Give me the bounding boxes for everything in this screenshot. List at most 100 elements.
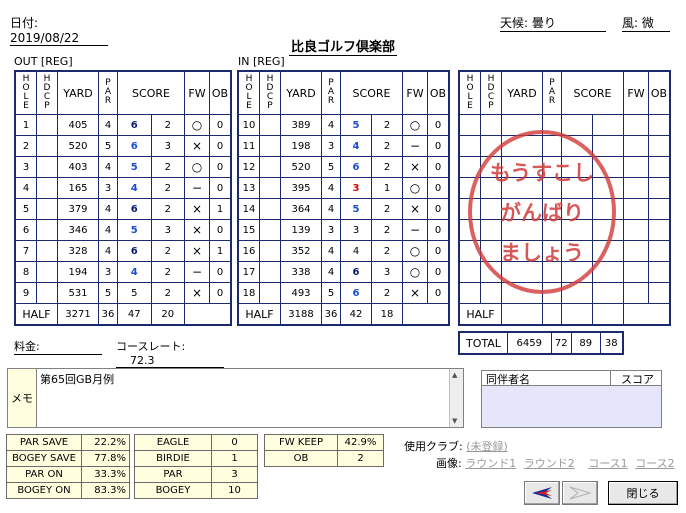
hole-ob: 0 (209, 282, 232, 304)
out-header-row: HOLE HDCP YARD PAR SCORE FW OB (14, 70, 232, 115)
col-hdcp: HDCP (36, 70, 58, 115)
hole-ob: 0 (427, 135, 450, 157)
stats-counts: EAGLE 0 BIRDIE 1 PAR 3 BOGEY 10 (134, 434, 258, 499)
hole-hdcp (259, 261, 281, 283)
half-putts (592, 303, 624, 326)
hole-score: 3 (340, 177, 372, 199)
memo-box[interactable]: メモ 第65回GB月例 ▲ ▼ (7, 368, 464, 428)
hole-number: 10 (237, 114, 260, 136)
half-yard (501, 303, 543, 326)
hole-row: 10 389 4 5 2 ○ 0 (237, 114, 450, 136)
arrow-right-icon (569, 486, 592, 500)
hole-fairway: − (402, 219, 428, 241)
in-header-row: HOLE HDCP YARD PAR SCORE FW OB (237, 70, 450, 115)
companion-list[interactable]: 同伴者名 スコア (481, 370, 662, 428)
hole-putts: 2 (371, 219, 403, 241)
clubs-row: 使用クラブ: (未登録) (404, 438, 508, 454)
hole-row: 18 493 5 6 2 × 0 (237, 282, 450, 304)
hole-ob: 0 (427, 219, 450, 241)
hole-fairway (623, 261, 649, 283)
hole-par: 4 (98, 240, 118, 262)
total-label: TOTAL (458, 331, 508, 355)
stat-birdie-value: 1 (211, 450, 258, 467)
hole-yard: 165 (57, 177, 99, 199)
memo-label: メモ (8, 369, 37, 427)
hole-yard: 405 (57, 114, 99, 136)
hole-ob: 1 (209, 240, 232, 262)
hole-par: 4 (321, 114, 341, 136)
hole-ob (648, 198, 671, 220)
hole-row: 1 405 4 6 2 ○ 0 (14, 114, 232, 136)
hole-par: 4 (98, 198, 118, 220)
image-link-round1[interactable]: ラウンド1 (465, 457, 516, 470)
image-link-round2[interactable]: ラウンド2 (524, 457, 575, 470)
hole-row: 6 346 4 5 3 × 0 (14, 219, 232, 241)
hole-fairway (623, 177, 649, 199)
close-button[interactable]: 閉じる (608, 481, 678, 505)
hole-hdcp (259, 198, 281, 220)
col-yard: YARD (57, 70, 99, 115)
hole-yard: 520 (57, 135, 99, 157)
hole-score: 6 (340, 261, 372, 283)
hole-score: 6 (340, 282, 372, 304)
stats-fw: FW KEEP 42.9% OB 2 (264, 434, 384, 467)
hole-ob: 0 (209, 177, 232, 199)
hole-fairway: ○ (402, 177, 428, 199)
memo-text[interactable]: 第65回GB月例 (40, 371, 114, 387)
hole-row: 14 364 4 5 2 × 0 (237, 198, 450, 220)
hole-par: 3 (98, 261, 118, 283)
hole-ob: 0 (427, 114, 450, 136)
memo-scrollbar[interactable]: ▲ ▼ (449, 369, 463, 427)
clubs-label: 使用クラブ: (404, 440, 463, 453)
stat-bogey-on-label: BOGEY ON (6, 482, 82, 499)
stat-birdie-label: BIRDIE (134, 450, 212, 467)
hole-ob: 0 (209, 114, 232, 136)
hole-number: 7 (14, 240, 37, 262)
hole-hdcp (259, 114, 281, 136)
col-hole: HOLE (14, 70, 37, 115)
out-caption: OUT [REG] (14, 55, 73, 68)
next-button[interactable] (562, 481, 598, 505)
hole-score: 5 (117, 219, 152, 241)
companion-score-header: スコア (610, 371, 660, 386)
scroll-down-icon[interactable]: ▼ (452, 417, 457, 425)
clubs-link[interactable]: (未登録) (466, 440, 508, 453)
stat-par-save-value: 22.2% (81, 434, 130, 451)
hole-fairway: ○ (402, 240, 428, 262)
hole-par: 5 (98, 135, 118, 157)
hole-par: 5 (98, 282, 118, 304)
half-putts: 18 (371, 303, 403, 326)
hole-fairway (623, 114, 649, 136)
half-yard: 3271 (57, 303, 99, 326)
hole-putts: 2 (150, 114, 185, 136)
hole-number: 8 (14, 261, 37, 283)
arrow-left-icon (532, 487, 552, 499)
half-putts: 20 (150, 303, 185, 326)
hole-fairway: ○ (402, 114, 428, 136)
hole-yard: 338 (280, 261, 322, 283)
half-label: HALF (237, 303, 281, 326)
hole-row: 17 338 4 6 3 ○ 0 (237, 261, 450, 283)
col-ob: OB (427, 70, 450, 115)
hole-number: 3 (14, 156, 37, 178)
half-par: 36 (321, 303, 341, 326)
hole-number: 15 (237, 219, 260, 241)
hole-score: 5 (340, 198, 372, 220)
hole-fairway: × (184, 135, 210, 157)
hole-yard: 389 (280, 114, 322, 136)
col-fw: FW (402, 70, 428, 115)
hole-par: 5 (321, 156, 341, 178)
scroll-up-icon[interactable]: ▲ (452, 371, 457, 379)
half-score (561, 303, 593, 326)
image-link-course1[interactable]: コース1 (588, 457, 627, 470)
in-caption: IN [REG] (238, 55, 285, 68)
hole-score: 5 (117, 282, 152, 304)
prev-button[interactable] (524, 481, 560, 505)
hole-ob: 0 (427, 261, 450, 283)
hole-row: 11 198 3 4 2−0 (237, 135, 450, 157)
image-link-course2[interactable]: コース2 (635, 457, 674, 470)
hole-ob (648, 114, 671, 136)
stat-bogey-on-value: 83.3% (81, 482, 130, 499)
col-score: SCORE (117, 70, 185, 115)
hole-score: 4 (117, 261, 152, 283)
